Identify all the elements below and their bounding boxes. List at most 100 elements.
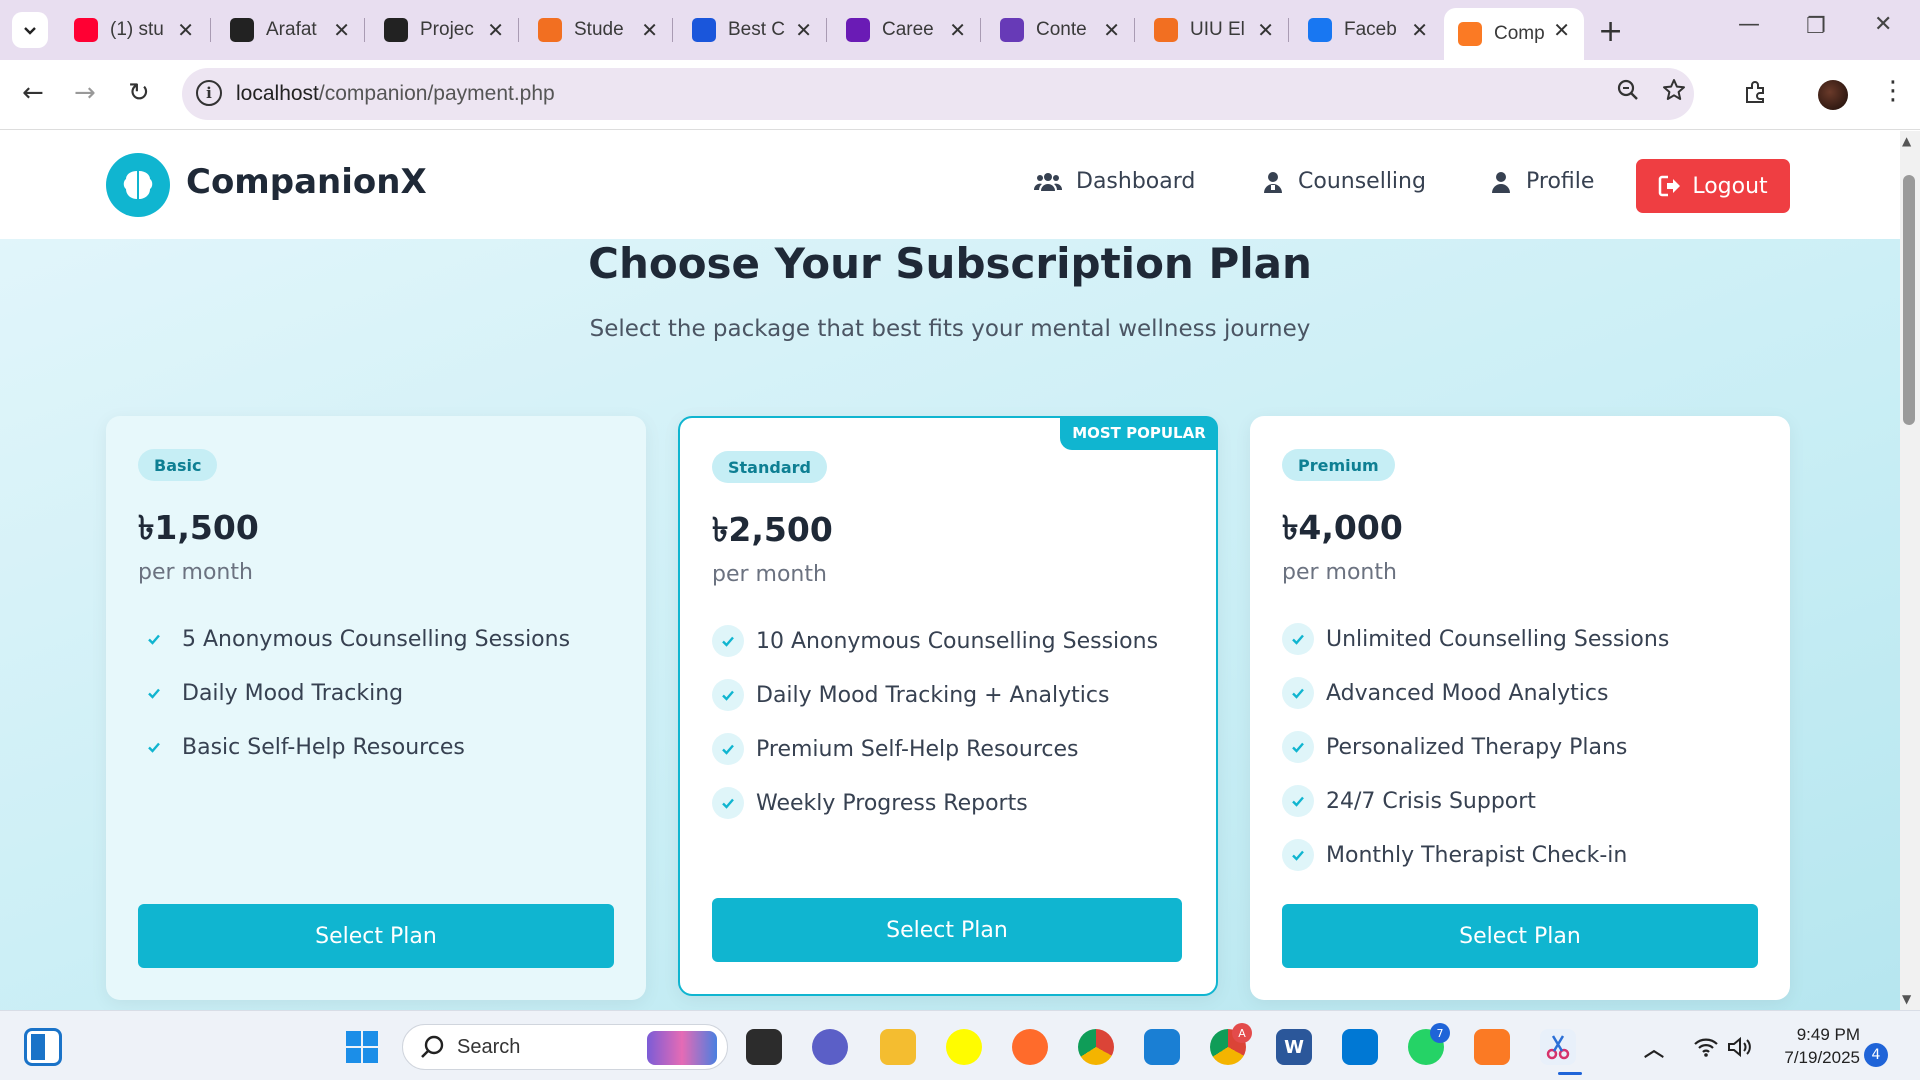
xampp-icon[interactable] — [1474, 1029, 1510, 1065]
chevron-up-icon[interactable]: ︿ — [1636, 1029, 1672, 1065]
snipping-tool-icon[interactable] — [1540, 1029, 1576, 1065]
nav-profile[interactable]: Profile — [1490, 169, 1594, 194]
reload-icon[interactable]: ↻ — [128, 78, 150, 108]
notification-badge[interactable]: 4 — [1864, 1043, 1888, 1067]
close-tab-icon[interactable]: ✕ — [177, 18, 194, 42]
feature-item: Advanced Mood Analytics — [1282, 666, 1669, 720]
vscode-icon[interactable] — [1342, 1029, 1378, 1065]
check-icon — [1282, 677, 1314, 709]
browser-tab[interactable]: Comp ✕ — [1444, 8, 1584, 60]
forms-icon — [1000, 18, 1024, 42]
site-info-icon[interactable]: i — [196, 80, 222, 106]
wifi-icon[interactable] — [1688, 1029, 1724, 1065]
check-icon — [712, 679, 744, 711]
scrollbar-thumb[interactable] — [1903, 175, 1915, 425]
scroll-up-icon[interactable]: ▲ — [1902, 134, 1911, 148]
word-icon[interactable]: W — [1276, 1029, 1312, 1065]
brain-logo-icon[interactable] — [106, 153, 170, 217]
nav-dashboard[interactable]: Dashboard — [1034, 169, 1195, 194]
close-window-icon[interactable]: ✕ — [1874, 12, 1892, 37]
search-highlight-icon — [647, 1031, 717, 1065]
browser-tab[interactable]: Caree ✕ — [832, 8, 980, 52]
check-icon — [1282, 839, 1314, 871]
brand-name[interactable]: CompanionX — [186, 162, 427, 202]
check-icon — [138, 623, 170, 655]
feature-item: Unlimited Counselling Sessions — [1282, 612, 1669, 666]
close-tab-icon[interactable]: ✕ — [1257, 18, 1274, 42]
close-tab-icon[interactable]: ✕ — [641, 18, 658, 42]
avatar[interactable] — [1818, 80, 1848, 110]
plan-badge: Premium — [1282, 449, 1395, 481]
select-plan-button[interactable]: Select Plan — [1282, 904, 1758, 968]
browser-tab[interactable]: Arafat ✕ — [216, 8, 364, 52]
user-icon — [1492, 171, 1510, 193]
feature-text: Unlimited Counselling Sessions — [1326, 626, 1670, 652]
browser-tab[interactable]: (1) stu ✕ — [60, 8, 208, 52]
new-tab-button[interactable]: + — [1598, 14, 1623, 49]
widgets-icon[interactable] — [24, 1028, 62, 1066]
address-bar[interactable]: i localhost/companion/payment.php — [182, 68, 1694, 120]
bookmark-icon — [692, 18, 716, 42]
browser-tab[interactable]: Conte ✕ — [986, 8, 1134, 52]
browser-tab[interactable]: UIU El ✕ — [1140, 8, 1288, 52]
facebook-icon — [1308, 18, 1332, 42]
restore-icon[interactable]: ❐ — [1806, 14, 1826, 39]
forward-icon[interactable]: → — [74, 78, 96, 108]
bookmark-star-icon[interactable] — [1662, 78, 1686, 108]
select-plan-button[interactable]: Select Plan — [712, 898, 1182, 962]
feature-item: Premium Self-Help Resources — [712, 722, 1158, 776]
check-icon — [1282, 623, 1314, 655]
sign-out-icon — [1659, 175, 1681, 197]
close-tab-icon[interactable]: ✕ — [949, 18, 966, 42]
check-icon — [712, 787, 744, 819]
nav-profile-label: Profile — [1526, 169, 1595, 194]
scroll-down-icon[interactable]: ▼ — [1902, 992, 1911, 1006]
browser-tab-label: Arafat — [266, 19, 317, 40]
extensions-icon[interactable] — [1742, 80, 1768, 112]
plan-price: ৳4,000 — [1282, 508, 1403, 547]
page-title: Choose Your Subscription Plan — [588, 239, 1312, 288]
windows-start-icon[interactable] — [344, 1029, 380, 1065]
minimize-icon[interactable]: — — [1738, 12, 1760, 37]
task-view-icon[interactable] — [746, 1029, 782, 1065]
clock[interactable]: 9:49 PM 7/19/2025 — [1776, 1023, 1860, 1069]
zoom-icon[interactable] — [1616, 78, 1640, 108]
chatgpt-icon — [230, 18, 254, 42]
url-text[interactable]: localhost/companion/payment.php — [236, 82, 555, 106]
browser-tab[interactable]: Stude ✕ — [524, 8, 672, 52]
feature-item: Daily Mood Tracking — [138, 666, 570, 720]
close-tab-icon[interactable]: ✕ — [1553, 18, 1570, 42]
close-tab-icon[interactable]: ✕ — [487, 18, 504, 42]
snapchat-icon[interactable] — [946, 1029, 982, 1065]
menu-icon[interactable]: ⋮ — [1880, 76, 1906, 106]
taskbar-search-label: Search — [457, 1036, 521, 1058]
browser-tab-label: Faceb — [1344, 19, 1397, 40]
browser-tab[interactable]: Best C ✕ — [678, 8, 826, 52]
close-tab-icon[interactable]: ✕ — [795, 18, 812, 42]
browser-tab[interactable]: Faceb ✕ — [1294, 8, 1442, 52]
browser-tab-label: Conte — [1036, 19, 1087, 40]
taskbar-search[interactable]: Search — [402, 1024, 728, 1070]
tab-search-button[interactable] — [12, 12, 48, 48]
file-explorer-icon[interactable] — [880, 1029, 916, 1065]
close-tab-icon[interactable]: ✕ — [333, 18, 350, 42]
web-page: CompanionX Dashboard Counselling Profile… — [0, 131, 1900, 1010]
firefox-icon[interactable] — [1012, 1029, 1048, 1065]
chrome-icon[interactable] — [1078, 1029, 1114, 1065]
feature-item: Monthly Therapist Check-in — [1282, 828, 1669, 882]
nav-counselling[interactable]: Counselling — [1262, 169, 1426, 194]
browser-tab-label: Best C — [728, 19, 786, 40]
meet-icon[interactable] — [812, 1029, 848, 1065]
clock-date: 7/19/2025 — [1784, 1048, 1860, 1067]
close-tab-icon[interactable]: ✕ — [1411, 18, 1428, 42]
page-subtitle: Select the package that best fits your m… — [589, 316, 1311, 342]
photos-icon[interactable] — [1144, 1029, 1180, 1065]
browser-tab[interactable]: Projec ✕ — [370, 8, 518, 52]
check-icon — [712, 733, 744, 765]
logout-button[interactable]: Logout — [1636, 159, 1790, 213]
browser-tab-label: Caree — [882, 19, 934, 40]
back-icon[interactable]: ← — [22, 78, 44, 108]
volume-icon[interactable] — [1722, 1029, 1758, 1065]
select-plan-button[interactable]: Select Plan — [138, 904, 614, 968]
close-tab-icon[interactable]: ✕ — [1103, 18, 1120, 42]
